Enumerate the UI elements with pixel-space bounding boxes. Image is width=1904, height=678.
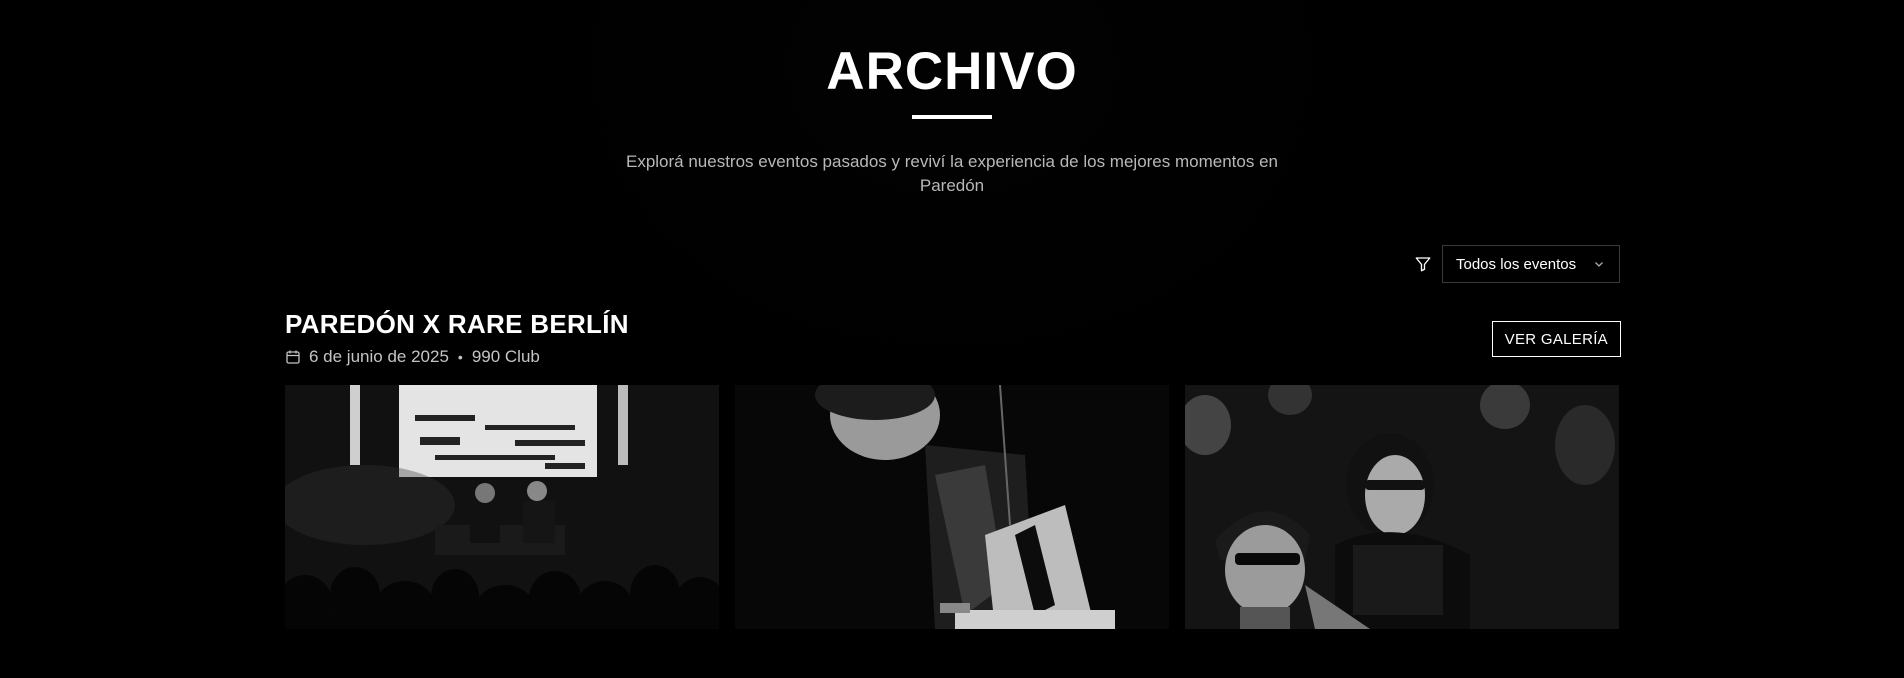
title-underline <box>912 115 992 119</box>
event-photos <box>285 385 1621 629</box>
archive-page: ARCHIVO Explorá nuestros eventos pasados… <box>0 0 1904 678</box>
view-gallery-button[interactable]: VER GALERÍA <box>1491 321 1621 357</box>
event-card: PAREDÓN X RARE BERLÍN 6 de junio de 2025… <box>285 307 1621 629</box>
chevron-down-icon <box>1593 258 1605 270</box>
event-filter-select[interactable]: Todos los eventos <box>1442 245 1620 283</box>
hero-section: ARCHIVO Explorá nuestros eventos pasados… <box>0 40 1904 198</box>
event-venue: 990 Club <box>471 347 540 366</box>
event-filter-value: Todos los eventos <box>1456 255 1577 273</box>
page-title: ARCHIVO <box>826 42 1078 101</box>
event-title: PAREDÓN X RARE BERLÍN <box>285 309 629 339</box>
calendar-icon <box>285 349 301 365</box>
event-meta: 6 de junio de 2025 • 990 Club <box>285 347 1621 367</box>
crowd-photo[interactable] <box>1185 385 1619 629</box>
event-filter: Todos los eventos <box>1414 245 1620 283</box>
event-date: 6 de junio de 2025 <box>309 347 449 366</box>
dj-closeup-photo[interactable] <box>735 385 1169 629</box>
meta-separator: • <box>457 349 463 365</box>
event-header: PAREDÓN X RARE BERLÍN 6 de junio de 2025… <box>285 307 1621 377</box>
filter-icon <box>1414 255 1432 273</box>
page-subtitle: Explorá nuestros eventos pasados y reviv… <box>625 152 1278 195</box>
dj-stage-photo[interactable] <box>285 385 719 629</box>
